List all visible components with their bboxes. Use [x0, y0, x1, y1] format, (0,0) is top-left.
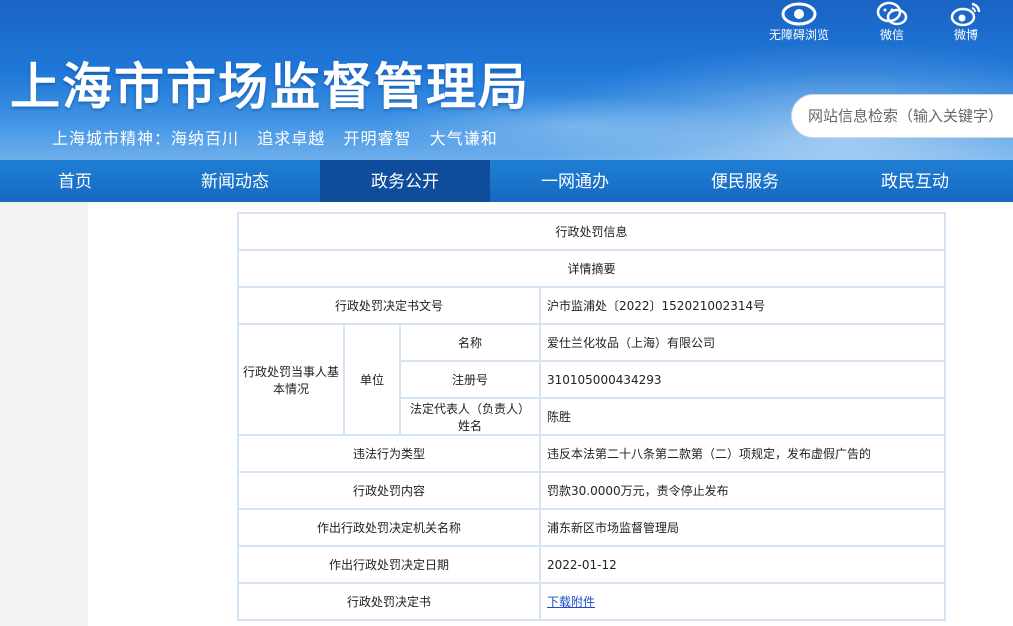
- party-label: 行政处罚当事人基本情况: [237, 323, 345, 436]
- table-subtitle: 详情摘要: [236, 249, 947, 288]
- site-title[interactable]: 上海市市场监督管理局: [10, 52, 530, 122]
- reg-label: 注册号: [399, 360, 541, 399]
- nav-item-news[interactable]: 新闻动态: [150, 160, 320, 202]
- nav-item-interaction[interactable]: 政民互动: [830, 160, 1000, 202]
- authority-value: 浦东新区市场监督管理局: [538, 508, 947, 547]
- download-attachment-link[interactable]: 下载附件: [547, 595, 595, 609]
- weibo-label: 微博: [953, 28, 978, 42]
- site-header: 上海市市场监督管理局 上海城市精神：海纳百川 追求卓越 开明睿智 大气谦和 无障…: [0, 0, 1013, 160]
- accessibility-label: 无障碍浏览: [768, 28, 829, 42]
- eye-icon: [781, 2, 817, 26]
- nav-item-online-service[interactable]: 一网通办: [490, 160, 660, 202]
- nav-item-citizen-service[interactable]: 便民服务: [660, 160, 830, 202]
- penalty-info-table: 行政处罚信息 详情摘要 行政处罚决定书文号 沪市监浦处〔2022〕1520210…: [236, 212, 947, 621]
- name-value: 爱仕兰化妆品（上海）有限公司: [538, 323, 947, 362]
- rep-value: 陈胜: [538, 397, 947, 436]
- nav-item-gov-affairs[interactable]: 政务公开: [320, 160, 490, 202]
- decision-cell: 下载附件: [538, 582, 947, 621]
- weibo-icon: [950, 2, 981, 27]
- date-label: 作出行政处罚决定日期: [237, 545, 541, 584]
- search-input[interactable]: 网站信息检索（输入关键字）: [791, 94, 1013, 138]
- penalty-label: 行政处罚内容: [237, 471, 541, 510]
- violation-value: 违反本法第二十八条第二款第（二）项规定，发布虚假广告的: [538, 434, 947, 473]
- wechat-icon: [876, 1, 908, 26]
- decision-label: 行政处罚决定书: [237, 582, 541, 621]
- unit-label: 单位: [343, 323, 401, 436]
- wechat-label: 微信: [879, 28, 904, 42]
- accessibility-button[interactable]: 无障碍浏览: [765, 0, 833, 42]
- date-value: 2022-01-12: [538, 545, 947, 584]
- table-title: 行政处罚信息: [236, 212, 947, 251]
- wechat-button[interactable]: 微信: [870, 0, 914, 42]
- doc-no-value: 沪市监浦处〔2022〕152021002314号: [538, 286, 947, 325]
- weibo-button[interactable]: 微博: [946, 0, 986, 42]
- doc-no-label: 行政处罚决定书文号: [237, 286, 541, 325]
- nav-item-home[interactable]: 首页: [0, 160, 150, 202]
- reg-value: 310105000434293: [538, 360, 947, 399]
- site-motto: 上海城市精神：海纳百川 追求卓越 开明睿智 大气谦和: [52, 129, 498, 148]
- authority-label: 作出行政处罚决定机关名称: [237, 508, 541, 547]
- main-nav: 首页 新闻动态 政务公开 一网通办 便民服务 政民互动: [0, 160, 1013, 202]
- name-label: 名称: [399, 323, 541, 362]
- rep-label: 法定代表人（负责人）姓名: [399, 397, 541, 436]
- violation-label: 违法行为类型: [237, 434, 541, 473]
- penalty-value: 罚款30.0000万元，责令停止发布: [538, 471, 947, 510]
